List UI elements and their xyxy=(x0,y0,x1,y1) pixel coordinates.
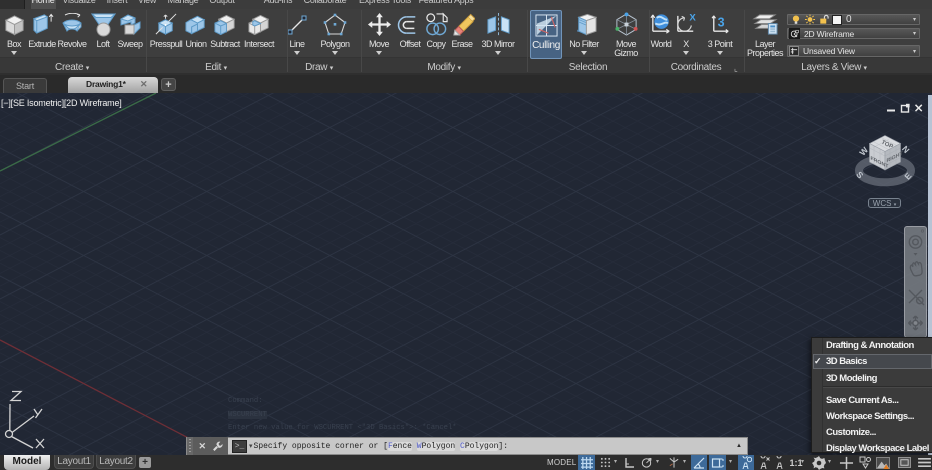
svg-text:X: X xyxy=(689,13,696,24)
svg-text:3: 3 xyxy=(717,15,724,29)
svg-text:W: W xyxy=(857,144,870,157)
